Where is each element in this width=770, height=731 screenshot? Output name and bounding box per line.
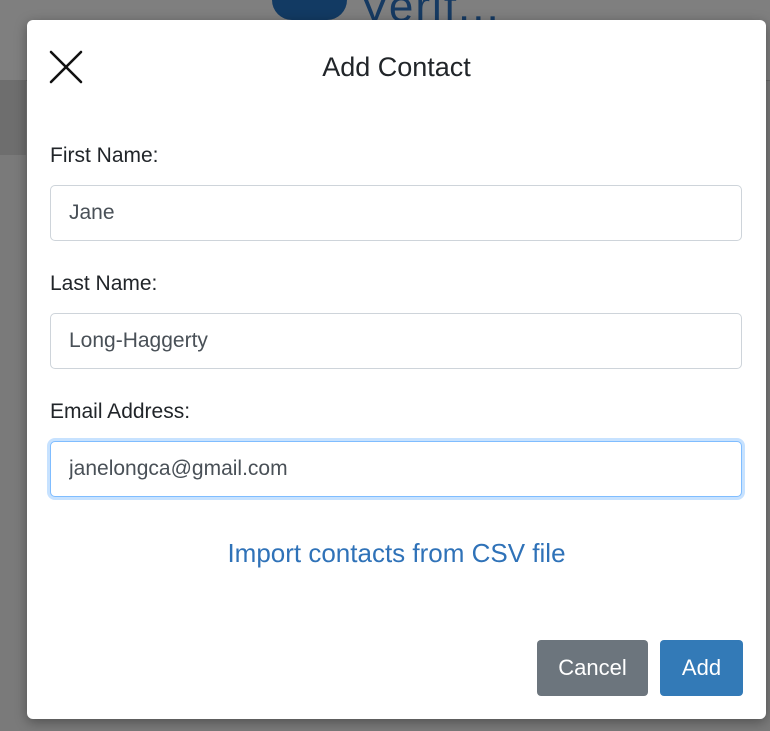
email-input[interactable] <box>50 441 742 497</box>
first-name-input[interactable] <box>50 185 742 241</box>
add-button[interactable]: Add <box>660 640 743 696</box>
last-name-input[interactable] <box>50 313 742 369</box>
first-name-label: First Name: <box>50 144 159 167</box>
modal-title: Add Contact <box>322 52 471 82</box>
background-panel <box>0 80 26 155</box>
add-contact-modal: Add Contact First Name: Last Name: Email… <box>27 20 766 719</box>
cancel-button[interactable]: Cancel <box>537 640 648 696</box>
last-name-label: Last Name: <box>50 272 158 295</box>
background-logo-icon <box>272 0 347 20</box>
import-csv-link[interactable]: Import contacts from CSV file <box>27 538 766 569</box>
email-label: Email Address: <box>50 400 191 423</box>
